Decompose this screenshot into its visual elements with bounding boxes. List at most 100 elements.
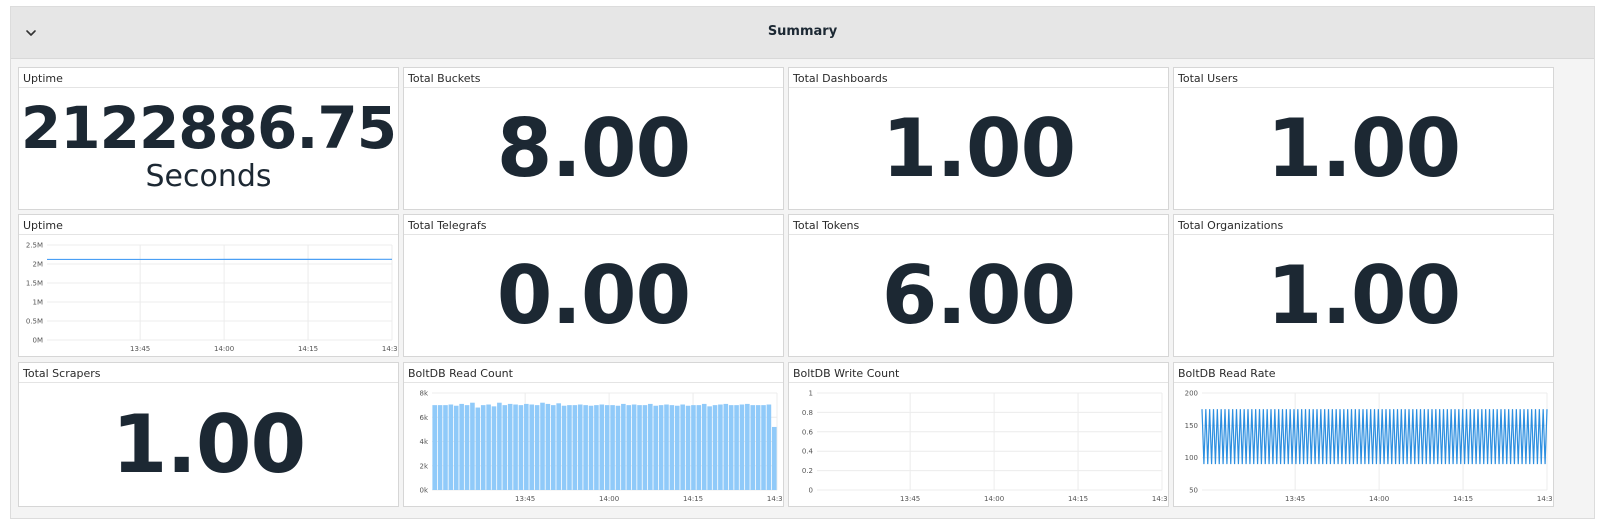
bar: [470, 402, 475, 490]
bar: [615, 405, 621, 490]
uptime-line-chart[interactable]: 0M 0.5M 1M 1.5M 2M 2.5M 13:45 14:00 14:15 14:30: [19, 235, 398, 356]
bar: [524, 403, 529, 490]
panel-total-tokens[interactable]: Total Tokens 6.00: [788, 214, 1169, 357]
uptime-stat: 2122886.75 Seconds: [19, 96, 398, 194]
stat-unit: Seconds: [145, 159, 272, 194]
y-tick-label: 2.5M: [26, 242, 43, 250]
x-tick-label: 14:15: [1453, 495, 1473, 503]
x-tick-label: 13:45: [515, 495, 535, 503]
bar: [437, 405, 443, 490]
section-header[interactable]: Summary: [11, 7, 1594, 59]
x-tick-label: 14:15: [298, 345, 318, 353]
panel-title: Total Users: [1178, 72, 1238, 85]
bar: [734, 405, 739, 490]
bar: [599, 404, 605, 490]
panel-title: BoltDB Read Count: [408, 367, 513, 380]
bar: [750, 405, 756, 490]
y-tick-label: 4k: [419, 438, 428, 446]
boltdb-write-count-line-chart[interactable]: 0 0.2 0.4 0.6 0.8 1 13:45 14:00 14:15 14:30: [789, 383, 1168, 506]
panel-uptime-stat[interactable]: Uptime 2122886.75 Seconds: [18, 67, 399, 210]
bar: [443, 405, 448, 490]
bar: [540, 402, 545, 490]
bar: [464, 405, 470, 490]
stat-value: 0.00: [496, 249, 691, 342]
bar: [572, 405, 578, 490]
y-tick-label: 0M: [33, 337, 44, 345]
panel-total-organizations[interactable]: Total Organizations 1.00: [1173, 214, 1554, 357]
x-tick-label: 14:00: [1369, 495, 1389, 503]
y-tick-label: 200: [1185, 390, 1198, 398]
bar: [610, 405, 615, 490]
bar: [550, 405, 556, 490]
bar: [502, 405, 508, 490]
stat-value: 1.00: [1266, 249, 1461, 342]
bar: [594, 405, 599, 490]
y-tick-label: 8k: [419, 390, 428, 398]
bar: [604, 405, 610, 490]
bar: [674, 405, 680, 490]
bar: [621, 403, 626, 490]
bar: [507, 403, 513, 490]
panel-boltdb-read-count[interactable]: BoltDB Read Count 0k 2k 4k 6k 8k 13:45 14:00 14…: [403, 362, 784, 507]
bar: [685, 405, 691, 490]
bar: [561, 405, 567, 490]
panel-total-dashboards[interactable]: Total Dashboards 1.00: [788, 67, 1169, 210]
bar: [712, 405, 718, 490]
bar: [761, 405, 766, 490]
x-tick-label: 14:30: [767, 495, 783, 503]
boltdb-read-rate-line-chart[interactable]: 50 100 150 200 13:45 14:00 14:15 14:30: [1174, 383, 1553, 506]
y-tick-label: 0.8: [802, 409, 813, 417]
y-tick-label: 150: [1185, 422, 1198, 430]
bar: [707, 406, 712, 490]
panel-title: Total Dashboards: [793, 72, 888, 85]
bar: [529, 404, 535, 490]
bar: [772, 426, 777, 490]
panel-title: Total Telegrafs: [408, 219, 487, 232]
boltdb-read-count-bar-chart[interactable]: 0k 2k 4k 6k 8k 13:45 14:00 14:15 14:30: [404, 383, 783, 506]
y-tick-label: 100: [1185, 454, 1198, 462]
panel-total-scrapers[interactable]: Total Scrapers 1.00: [18, 362, 399, 507]
bar: [696, 405, 702, 490]
bar: [653, 405, 659, 490]
panel-total-users[interactable]: Total Users 1.00: [1173, 67, 1554, 210]
x-tick-label: 14:00: [984, 495, 1004, 503]
bar: [583, 405, 588, 490]
panel-title: Total Scrapers: [23, 367, 101, 380]
panel-boltdb-read-rate[interactable]: BoltDB Read Rate 50 100 150 200 13:45 14:00 14…: [1173, 362, 1554, 507]
bar: [642, 405, 648, 490]
y-tick-label: 2k: [419, 462, 428, 470]
x-tick-label: 14:15: [683, 495, 703, 503]
bar: [691, 405, 696, 490]
stat-value: 1.00: [111, 398, 306, 491]
x-tick-label: 13:45: [130, 345, 150, 353]
bar: [658, 405, 664, 490]
bar: [448, 404, 454, 490]
bar: [453, 405, 459, 490]
panel-title: BoltDB Read Rate: [1178, 367, 1276, 380]
panel-total-buckets[interactable]: Total Buckets 8.00: [403, 67, 784, 210]
panel-title: Total Tokens: [793, 219, 860, 232]
bar: [718, 404, 723, 490]
bar: [545, 403, 551, 490]
x-tick-label: 13:45: [900, 495, 920, 503]
y-tick-label: 0.6: [802, 428, 814, 436]
y-tick-label: 50: [1189, 487, 1198, 495]
panel-uptime-graph[interactable]: Uptime 0M 0.5M 1M 1.5M 2M 2.5M 13:45 14:00 14:15…: [18, 214, 399, 357]
bar: [701, 403, 707, 490]
panel-title: Uptime: [23, 219, 63, 232]
bar: [766, 404, 772, 490]
bar: [432, 405, 437, 490]
panel-boltdb-write-count[interactable]: BoltDB Write Count 0 0.2 0.4 0.6 0.8 1 13:45 14…: [788, 362, 1169, 507]
stat-value: 1.00: [881, 102, 1076, 195]
bar: [491, 406, 497, 490]
bar: [723, 403, 729, 490]
panel-total-telegrafs[interactable]: Total Telegrafs 0.00: [403, 214, 784, 357]
bar: [669, 405, 675, 490]
stat-value: 8.00: [496, 102, 691, 195]
bar: [648, 403, 653, 490]
bar: [755, 405, 761, 490]
bar: [631, 404, 637, 490]
bar: [626, 405, 632, 490]
series-line: [1201, 409, 1548, 465]
y-tick-label: 0.4: [802, 448, 814, 456]
